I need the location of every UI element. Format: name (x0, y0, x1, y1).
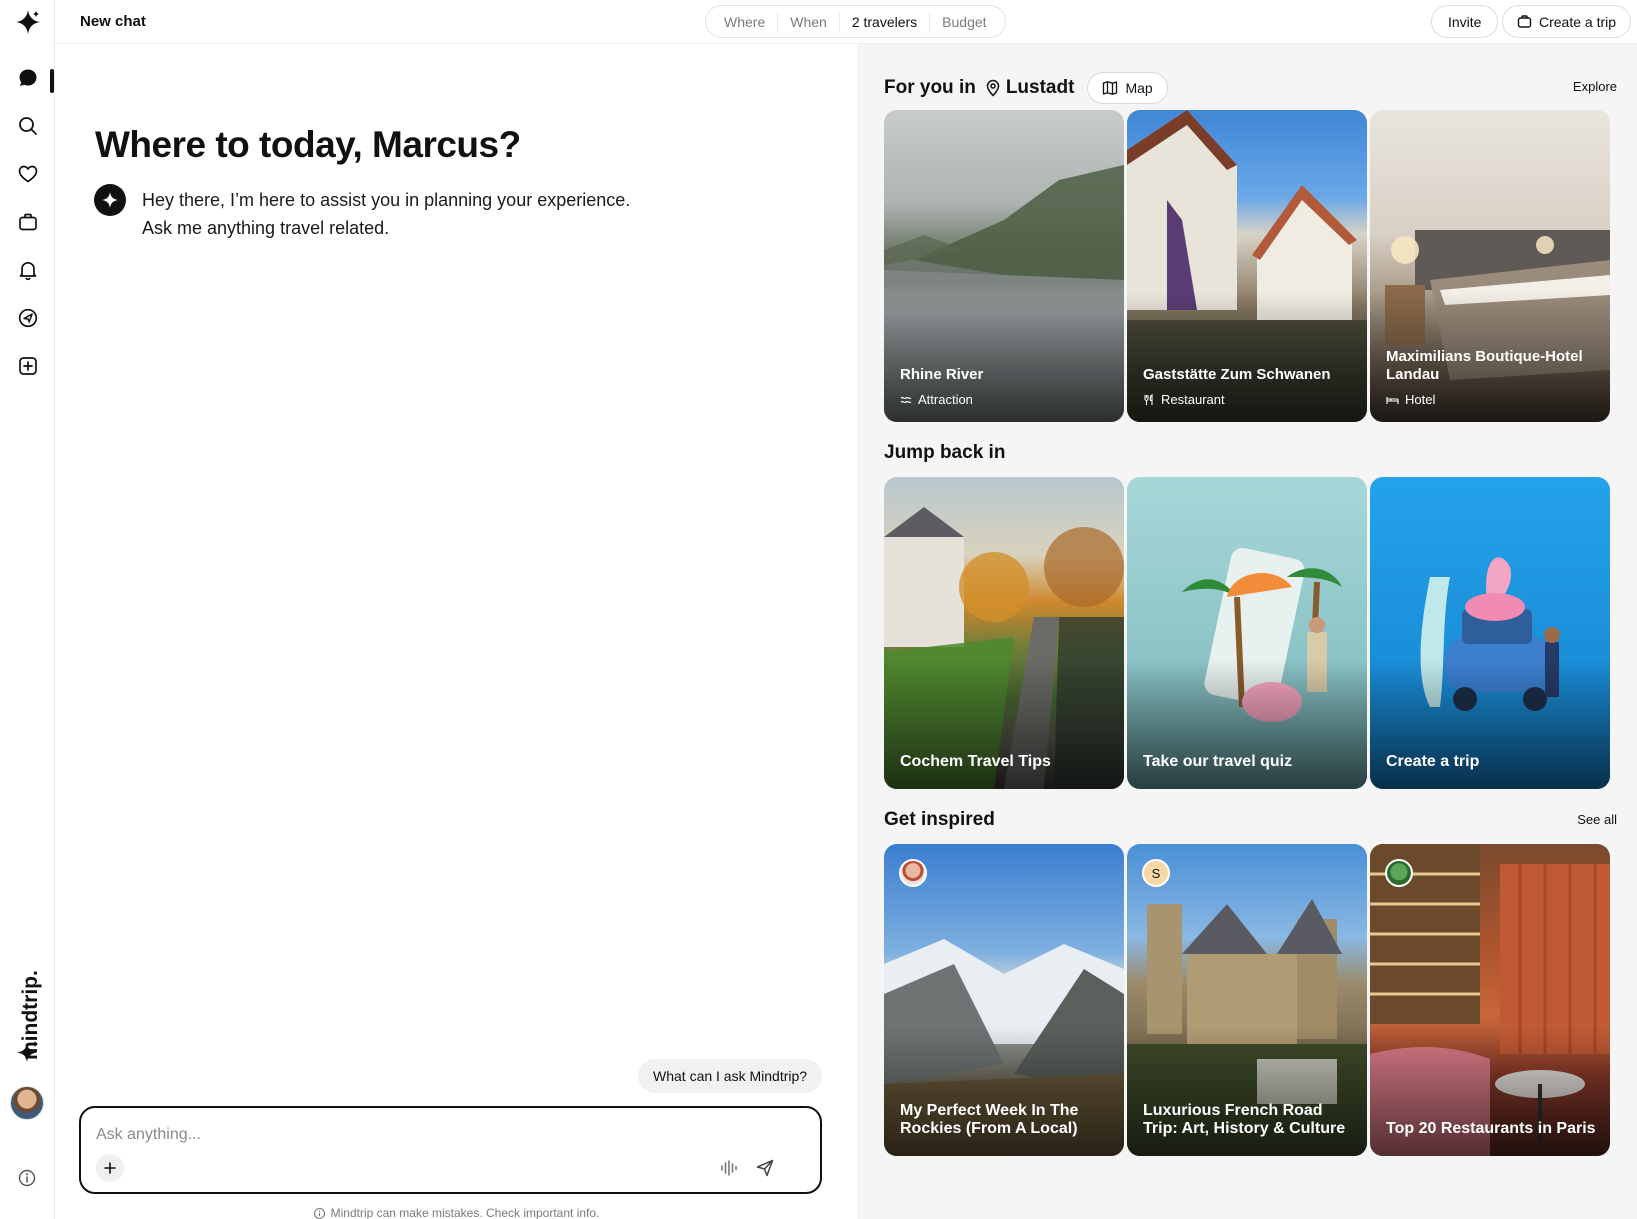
discovery-panel: For you in Lustadt Map Explore Rhine Riv… (857, 44, 1637, 1219)
create-trip-card[interactable]: Create a trip (1370, 477, 1610, 789)
guide-card-paris-restaurants[interactable]: Top 20 Restaurants in Paris (1370, 844, 1610, 1156)
card-title: Take our travel quiz (1143, 753, 1293, 770)
card-category: Attraction (900, 392, 973, 407)
card-title: Create a trip (1386, 753, 1480, 770)
assistant-message: Hey there, I’m here to assist you in pla… (142, 186, 630, 242)
info-icon[interactable] (17, 1168, 37, 1188)
assistant-message-line: Ask me anything travel related. (142, 218, 390, 238)
plus-square-icon[interactable] (14, 352, 42, 380)
top-bar: New chat Where When 2 travelers Budget I… (55, 0, 1637, 44)
card-title: Rhine River (900, 366, 984, 383)
card-category-label: Attraction (918, 392, 973, 407)
see-all-link[interactable]: See all (1577, 812, 1617, 827)
suggestion-chip[interactable]: What can I ask Mindtrip? (638, 1059, 823, 1093)
disclaimer-text: Mindtrip can make mistakes. Check import… (330, 1206, 600, 1219)
card-category-label: Restaurant (1161, 392, 1225, 407)
create-trip-button[interactable]: Create a trip (1502, 5, 1632, 38)
card-title: My Perfect Week In The Rockies (From A L… (900, 1102, 1079, 1137)
assistant-avatar (94, 184, 126, 216)
suitcase-icon (1517, 15, 1532, 28)
explore-link[interactable]: Explore (1573, 79, 1617, 94)
location-selector[interactable]: Lustadt (985, 77, 1075, 99)
add-attachment-button[interactable] (96, 1154, 124, 1182)
message-composer (79, 1106, 822, 1194)
section-title: Jump back in (884, 442, 1006, 463)
section-title: For you in (884, 77, 976, 98)
travelers-pill[interactable]: 2 travelers (840, 11, 931, 32)
mindtrip-sparkle-icon (14, 1038, 42, 1066)
when-pill[interactable]: When (778, 11, 840, 32)
send-button[interactable] (751, 1154, 779, 1182)
map-button-label: Map (1125, 80, 1153, 96)
card-title: Maximilians Boutique-Hotel Landau (1386, 348, 1583, 383)
search-icon[interactable] (14, 112, 42, 140)
map-button[interactable]: Map (1087, 72, 1168, 104)
bed-icon (1386, 396, 1399, 404)
place-card-maximilians-boutique-hotel[interactable]: Maximilians Boutique-Hotel Landau Hotel (1370, 110, 1610, 422)
info-icon (313, 1207, 325, 1219)
voice-input-button[interactable] (715, 1154, 743, 1182)
create-trip-label: Create a trip (1539, 13, 1617, 30)
guide-card-french-road-trip[interactable]: S Luxurious French Road Trip: Art, Histo… (1127, 844, 1367, 1156)
heart-icon[interactable] (14, 160, 42, 188)
sparkle-icon (102, 192, 118, 208)
guide-card-rockies[interactable]: My Perfect Week In The Rockies (From A L… (884, 844, 1124, 1156)
invite-button[interactable]: Invite (1431, 5, 1499, 38)
for-you-header: For you in Lustadt Map (884, 72, 1168, 104)
place-card-rhine-river[interactable]: Rhine River Attraction (884, 110, 1124, 422)
plus-icon (104, 1162, 116, 1174)
place-card-gaststatte-zum-schwanen[interactable]: Gaststätte Zum Schwanen Restaurant (1127, 110, 1367, 422)
disclaimer: Mindtrip can make mistakes. Check import… (55, 1206, 857, 1219)
card-title: Cochem Travel Tips (900, 753, 1051, 770)
quiz-card[interactable]: Take our travel quiz (1127, 477, 1367, 789)
assistant-message-line: Hey there, I’m here to assist you in pla… (142, 190, 631, 210)
navigation-icon[interactable] (14, 304, 42, 332)
user-avatar[interactable] (10, 1086, 44, 1120)
card-category-label: Hotel (1405, 392, 1436, 407)
budget-pill[interactable]: Budget (930, 12, 998, 32)
greeting-heading: Where to today, Marcus? (95, 124, 521, 165)
location-name: Lustadt (1005, 77, 1075, 98)
suitcase-icon[interactable] (14, 208, 42, 236)
map-icon (1103, 81, 1118, 95)
guide-card-cochem-travel-tips[interactable]: Cochem Travel Tips (884, 477, 1124, 789)
left-rail: mindtrip. (0, 0, 55, 1219)
chat-area: Where to today, Marcus? Hey there, I’m h… (55, 44, 857, 1219)
chat-icon[interactable] (14, 64, 42, 92)
utensils-icon (1144, 393, 1153, 405)
mindtrip-logo-icon[interactable] (14, 8, 42, 36)
waveform-icon (721, 1160, 737, 1176)
map-pin-icon (986, 79, 1000, 97)
message-input[interactable] (96, 1122, 746, 1148)
card-title: Gaststätte Zum Schwanen (1143, 366, 1331, 383)
card-title: Luxurious French Road Trip: Art, History… (1143, 1102, 1346, 1137)
chat-title: New chat (80, 13, 146, 30)
author-avatar: S (1142, 859, 1170, 887)
where-pill[interactable]: Where (712, 11, 779, 32)
card-category: Hotel (1386, 392, 1435, 407)
card-category: Restaurant (1143, 392, 1225, 407)
author-avatar (1385, 859, 1413, 887)
author-avatar (899, 859, 927, 887)
card-title: Top 20 Restaurants in Paris (1386, 1120, 1596, 1137)
bell-icon[interactable] (14, 256, 42, 284)
waves-icon (900, 396, 912, 403)
active-nav-indicator (50, 69, 54, 93)
trip-details-bar: Where When 2 travelers Budget (705, 5, 1006, 38)
send-icon (756, 1159, 774, 1177)
section-title: Get inspired (884, 809, 995, 830)
